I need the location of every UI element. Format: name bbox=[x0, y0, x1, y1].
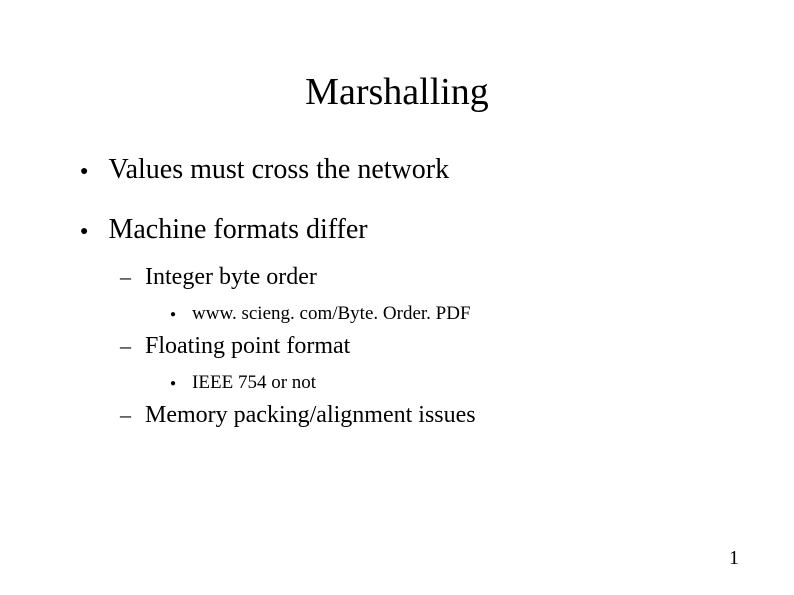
list-item: – Integer byte order bbox=[120, 264, 734, 291]
bullet-icon: ● bbox=[170, 378, 176, 389]
slide-title: Marshalling bbox=[60, 70, 734, 114]
dash-icon: – bbox=[120, 402, 131, 428]
list-item: – Memory packing/alignment issues bbox=[120, 402, 734, 429]
list-item: ● Machine formats differ bbox=[80, 214, 734, 246]
subsub-bullet-list: ● IEEE 754 or not bbox=[60, 372, 734, 394]
subsub-bullet-list: ● www. scieng. com/Byte. Order. PDF bbox=[60, 303, 734, 325]
sub-text: Floating point format bbox=[145, 333, 350, 360]
list-item: ● www. scieng. com/Byte. Order. PDF bbox=[170, 303, 734, 325]
main-bullet-list: ● Values must cross the network ● Machin… bbox=[60, 154, 734, 246]
list-item: ● IEEE 754 or not bbox=[170, 372, 734, 394]
sub-bullet-list: – Floating point format bbox=[60, 333, 734, 360]
subsub-text: www. scieng. com/Byte. Order. PDF bbox=[192, 303, 470, 325]
bullet-text: Machine formats differ bbox=[108, 214, 367, 246]
bullet-icon: ● bbox=[80, 224, 88, 240]
bullet-icon: ● bbox=[80, 164, 88, 180]
sub-text: Memory packing/alignment issues bbox=[145, 402, 476, 429]
list-item: – Floating point format bbox=[120, 333, 734, 360]
bullet-icon: ● bbox=[170, 309, 176, 320]
dash-icon: – bbox=[120, 264, 131, 290]
sub-bullet-list: – Memory packing/alignment issues bbox=[60, 402, 734, 429]
sub-text: Integer byte order bbox=[145, 264, 317, 291]
page-number: 1 bbox=[729, 547, 739, 570]
list-item: ● Values must cross the network bbox=[80, 154, 734, 186]
sub-bullet-list: – Integer byte order bbox=[60, 264, 734, 291]
subsub-text: IEEE 754 or not bbox=[192, 372, 316, 394]
dash-icon: – bbox=[120, 333, 131, 359]
bullet-text: Values must cross the network bbox=[108, 154, 449, 186]
